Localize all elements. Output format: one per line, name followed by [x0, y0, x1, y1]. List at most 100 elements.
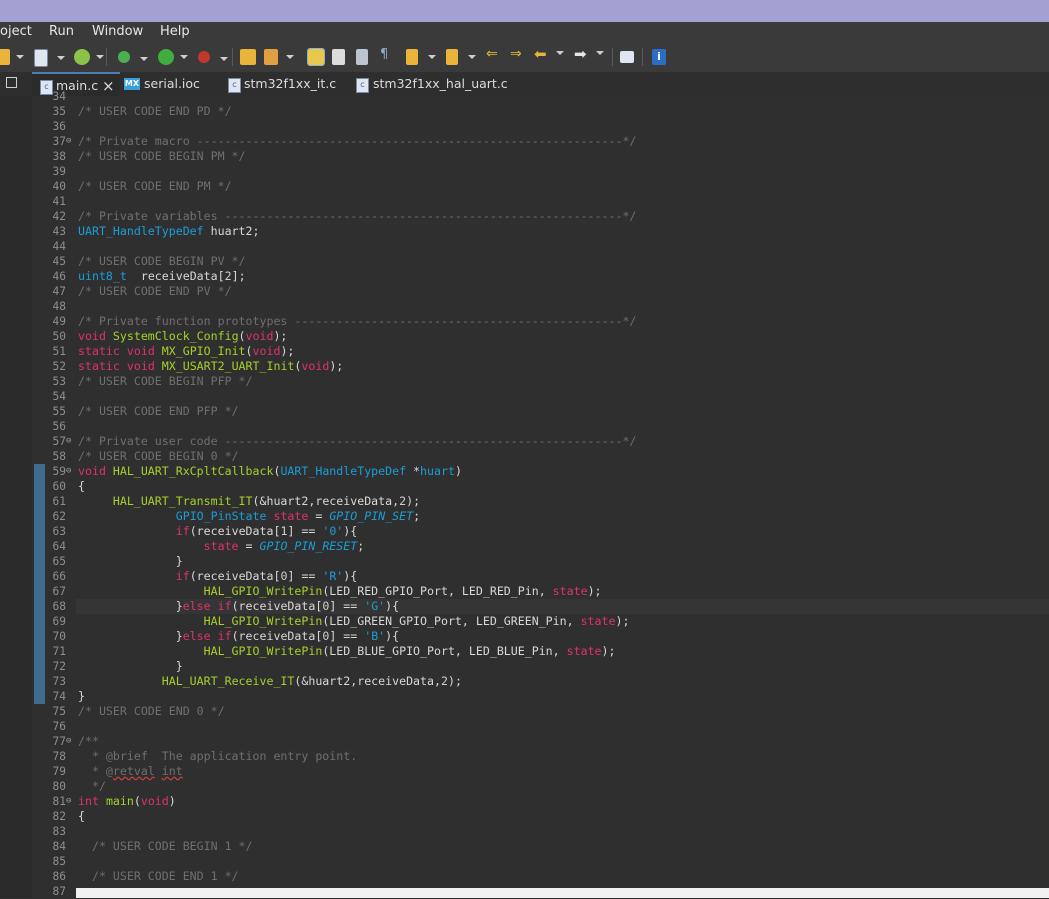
fold-toggle-icon[interactable]: ⊖ [66, 794, 71, 809]
line-number: 83 [52, 825, 66, 838]
code-line: GPIO_PinState state = GPIO_PIN_SET; [175, 509, 421, 523]
fold-toggle-icon[interactable]: ⊖ [66, 134, 71, 149]
line-number: 54 [52, 390, 66, 403]
open-type-icon[interactable] [332, 49, 345, 65]
forward-edit-icon[interactable]: ⇒ [510, 46, 524, 62]
line-number: 71 [52, 645, 66, 658]
line-number: 70 [52, 630, 66, 643]
tab-stm32f1xx-hal-uart-c[interactable]: c stm32f1xx_hal_uart.c [346, 72, 516, 96]
code-line: /** [78, 734, 99, 748]
fold-toggle-icon[interactable]: ⊖ [66, 734, 71, 749]
code-line: /* USER CODE END PFP */ [78, 404, 239, 418]
new-icon[interactable] [0, 49, 24, 65]
back-icon[interactable]: ⬅ [534, 45, 564, 63]
line-number: 48 [52, 300, 66, 313]
line-number: 74 [52, 690, 66, 703]
pilcrow-icon[interactable]: ¶ [380, 47, 390, 63]
line-number: 40 [52, 180, 66, 193]
line-number: 65 [52, 555, 66, 568]
menu-project[interactable]: oject [0, 24, 32, 39]
code-line: int main(void) [78, 794, 176, 808]
line-number: 64 [52, 540, 66, 553]
code-line: UART_HandleTypeDef huart2; [78, 224, 260, 238]
code-line: /* USER CODE END PD */ [78, 104, 232, 118]
toolbar: ¶ ⇐ ⇒ ⬅ ➡ i [0, 42, 1049, 72]
pen-icon[interactable] [264, 49, 294, 65]
info-icon[interactable]: i [652, 49, 666, 65]
line-number: 81 [52, 795, 66, 808]
line-number: 38 [52, 150, 66, 163]
code-line: } [78, 689, 85, 703]
code-line: /* Private variables -------------------… [78, 209, 637, 223]
line-number: 47 [52, 285, 66, 298]
code-line: /* USER CODE END PM */ [78, 179, 232, 193]
tab-label: serial.ioc [144, 76, 200, 91]
line-number: 49 [52, 315, 66, 328]
menu-window[interactable]: Window [92, 24, 143, 39]
run-icon[interactable] [158, 49, 188, 65]
tab-serial-ioc[interactable]: MX serial.ioc [120, 72, 218, 96]
code-line: /* USER CODE BEGIN 1 */ [78, 839, 253, 853]
line-number: 37 [52, 135, 66, 148]
line-number: 51 [52, 345, 66, 358]
code-line: if(receiveData[0] == 'R'){ [175, 569, 358, 583]
line-number: 44 [52, 240, 66, 253]
line-number: 34 [52, 90, 66, 103]
code-line: HAL_UART_Receive_IT(&huart2,receiveData,… [161, 674, 462, 688]
tab-label: stm32f1xx_hal_uart.c [373, 76, 508, 91]
line-number: 39 [52, 165, 66, 178]
line-number: 76 [52, 720, 66, 733]
annotation-down-icon[interactable] [406, 49, 436, 65]
fold-toggle-icon[interactable]: ⊖ [66, 434, 71, 449]
code-line: void HAL_UART_RxCpltCallback(UART_Handle… [78, 464, 462, 478]
tab-stm32f1xx-it-c[interactable]: c stm32f1xx_it.c [218, 72, 344, 96]
code-line: * @retval int [78, 764, 183, 778]
back-edit-icon[interactable]: ⇐ [486, 46, 500, 62]
c-file-icon: c [356, 78, 369, 93]
line-number: 66 [52, 570, 66, 583]
forward-icon[interactable]: ➡ [574, 45, 604, 63]
annotation-up-icon[interactable] [446, 49, 476, 65]
line-number: 68 [52, 600, 66, 613]
code-line: * @brief The application entry point. [78, 749, 358, 763]
line-number: 73 [52, 675, 66, 688]
line-number: 56 [52, 420, 66, 433]
left-panel [0, 96, 32, 898]
menu-bar: oject Run Window Help [0, 22, 1049, 42]
code-line: state = GPIO_PIN_RESET; [203, 539, 365, 553]
horizontal-scrollbar[interactable] [76, 888, 1049, 898]
perspective-icon[interactable] [620, 51, 634, 63]
minimize-icon[interactable] [6, 72, 20, 96]
code-line: */ [78, 779, 106, 793]
code-line: /* Private user code -------------------… [78, 434, 637, 448]
line-number: 61 [52, 495, 66, 508]
line-number: 78 [52, 750, 66, 763]
menu-run[interactable]: Run [49, 24, 74, 39]
build-icon[interactable] [34, 49, 65, 67]
external-tools-icon[interactable] [198, 51, 228, 63]
line-number: 52 [52, 360, 66, 373]
open-folder-icon[interactable] [240, 49, 256, 65]
line-number: 63 [52, 525, 66, 538]
line-number: 53 [52, 375, 66, 388]
debug-icon[interactable] [118, 51, 148, 63]
refresh-icon[interactable] [74, 49, 104, 65]
code-line: HAL_GPIO_WritePin(LED_RED_GPIO_Port, LED… [203, 584, 602, 598]
menu-help[interactable]: Help [160, 24, 190, 39]
console-icon[interactable] [356, 49, 368, 65]
mx-file-icon: MX [124, 78, 140, 90]
tab-label: stm32f1xx_it.c [244, 76, 337, 91]
code-line: static void MX_USART2_UART_Init(void); [78, 359, 344, 373]
line-number: 85 [52, 855, 66, 868]
line-number: 57 [52, 435, 66, 448]
code-line: }else if(receiveData[0] == 'G'){ [78, 599, 400, 613]
fold-toggle-icon[interactable]: ⊖ [66, 464, 71, 479]
code-line: { [78, 479, 85, 493]
line-number: 59 [52, 465, 66, 478]
c-file-icon: c [228, 78, 241, 93]
highlight-icon[interactable] [307, 48, 325, 66]
line-number: 67 [52, 585, 66, 598]
code-line: /* USER CODE BEGIN PM */ [78, 149, 246, 163]
close-icon[interactable]: × [102, 74, 115, 98]
code-line: /* USER CODE END 0 */ [78, 704, 225, 718]
